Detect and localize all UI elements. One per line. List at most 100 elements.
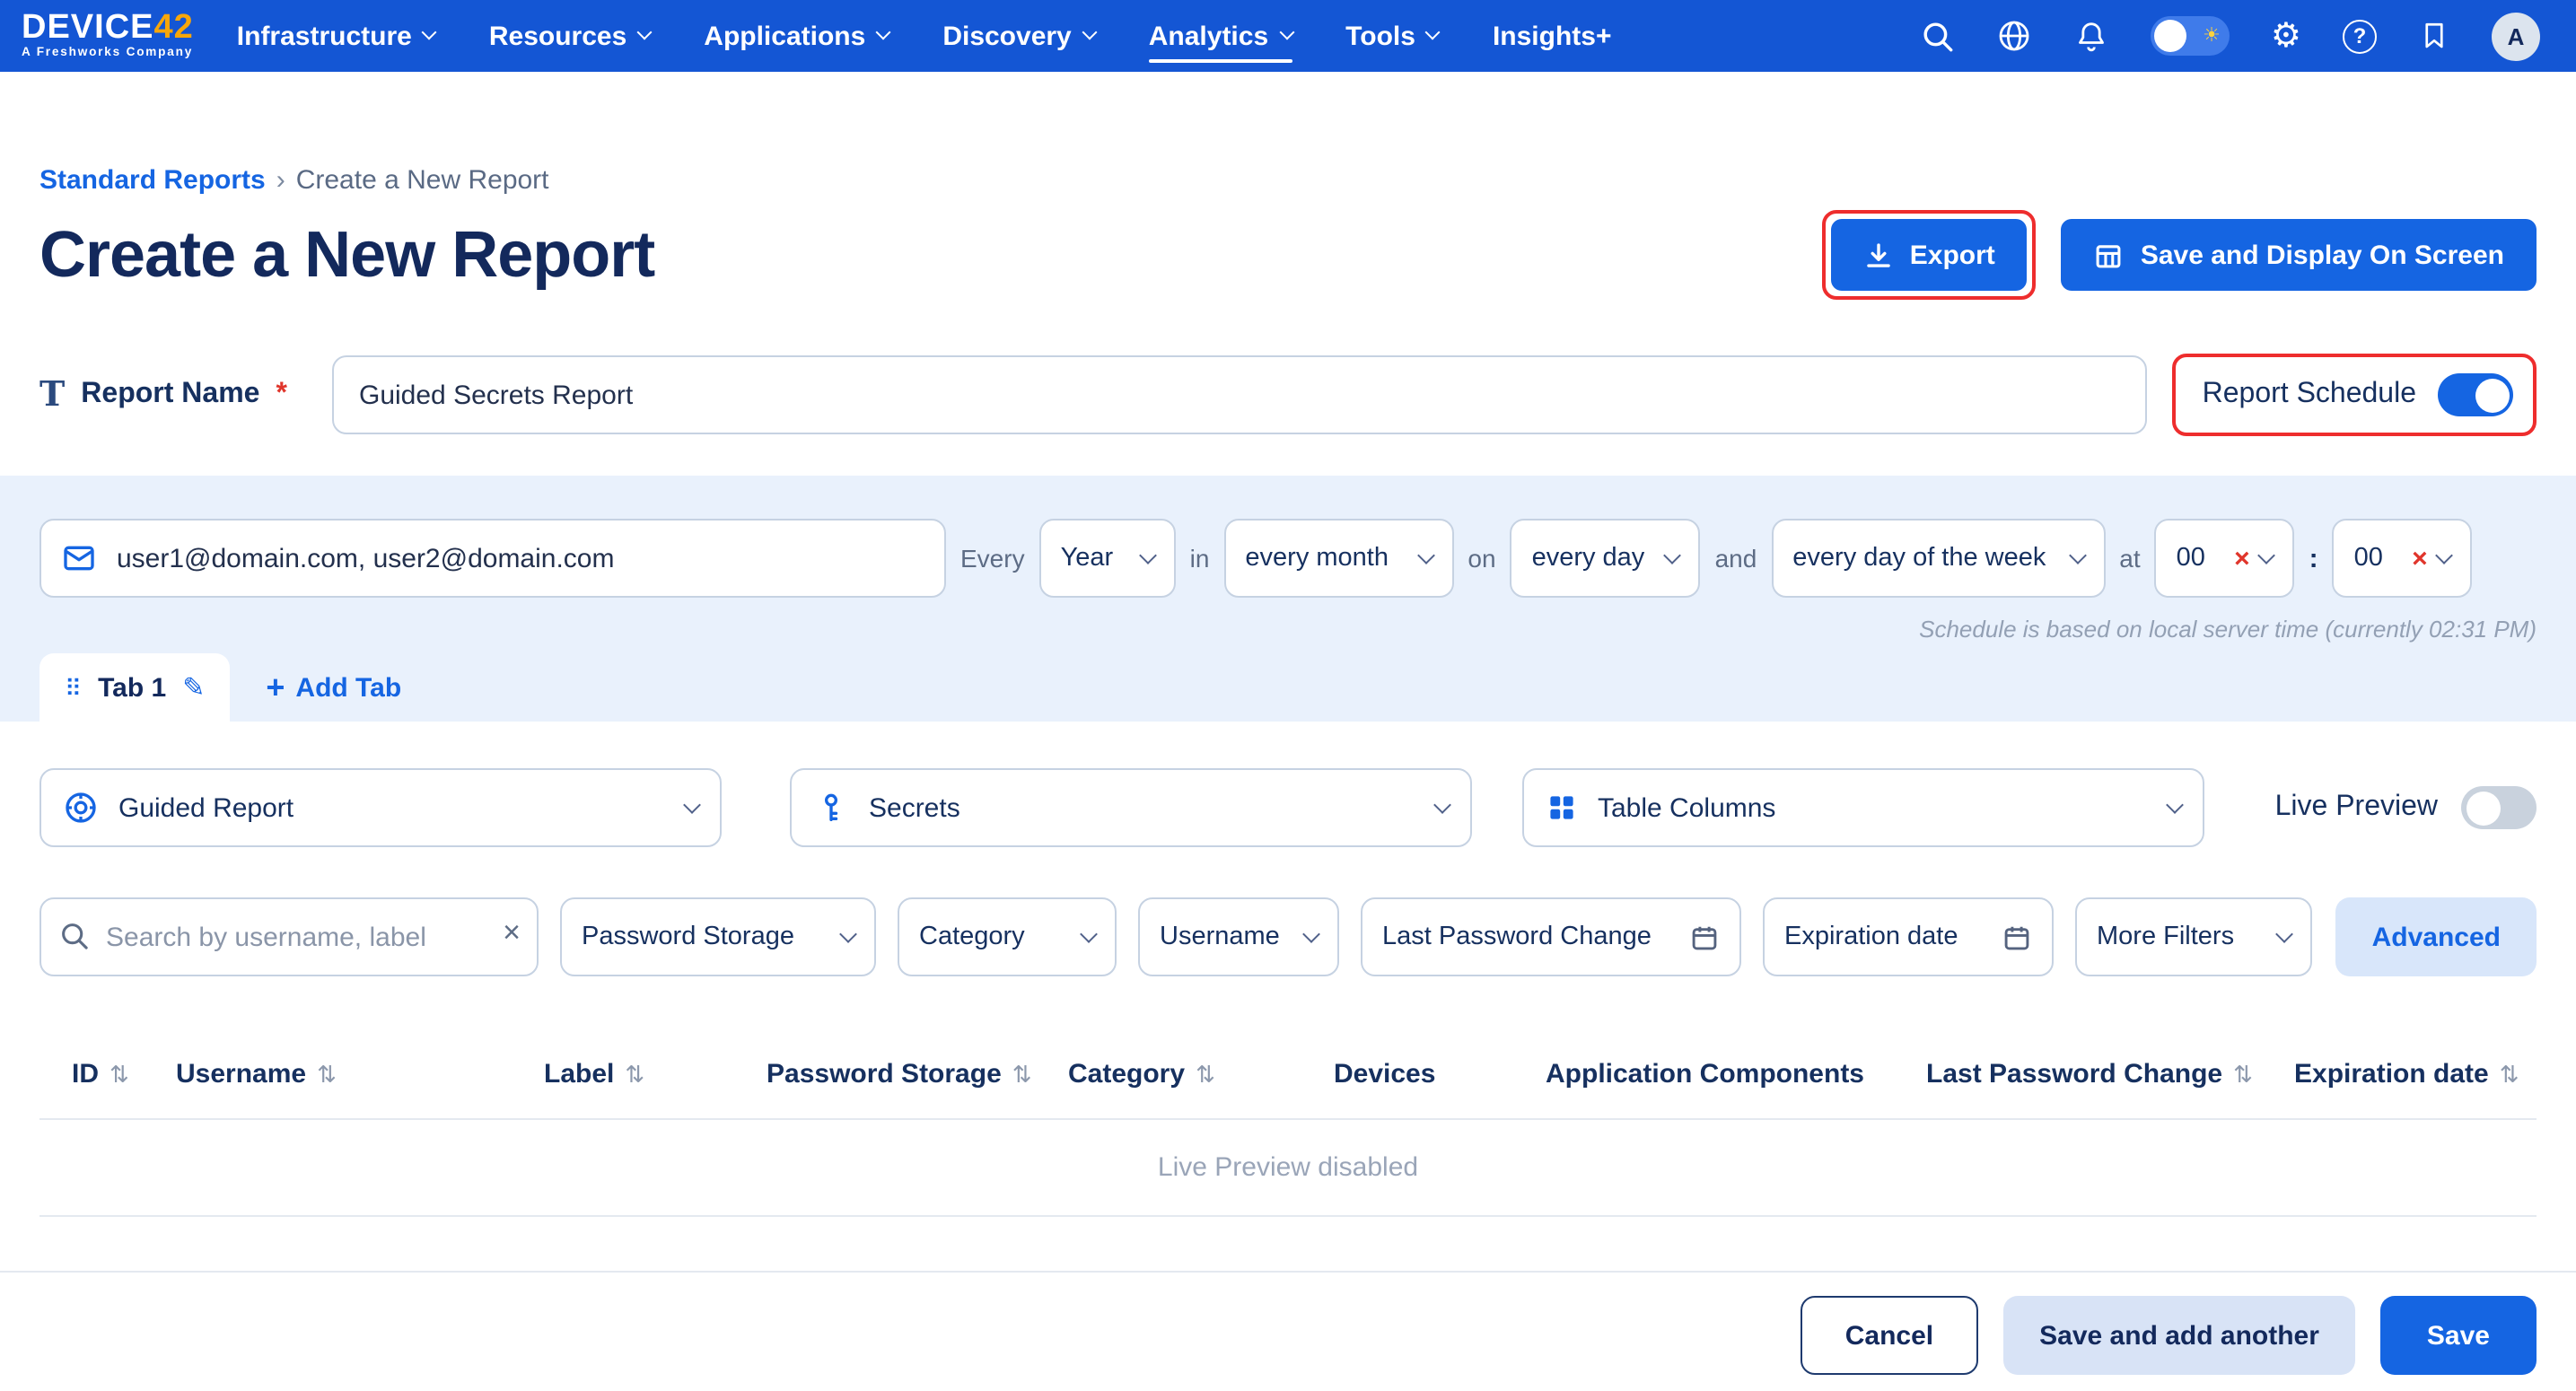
- column-header-label[interactable]: Label ⇅: [544, 1059, 767, 1089]
- add-tab-label: Add Tab: [295, 672, 401, 703]
- day-select[interactable]: every day: [1511, 519, 1701, 598]
- column-label: ID: [72, 1059, 99, 1089]
- column-header-password-storage[interactable]: Password Storage ⇅: [767, 1059, 1068, 1089]
- sort-icon[interactable]: ⇅: [2233, 1060, 2253, 1089]
- save-button[interactable]: Save: [2380, 1296, 2537, 1375]
- filter-label: Category: [919, 923, 1025, 951]
- column-label: Label: [544, 1059, 614, 1089]
- export-highlight-box: Export: [1822, 210, 2037, 300]
- sort-icon[interactable]: ⇅: [1012, 1060, 1032, 1089]
- weekday-select[interactable]: every day of the week: [1771, 519, 2105, 598]
- brand-name-white: DEVICE: [22, 9, 154, 47]
- chevron-down-icon: [2068, 546, 2086, 564]
- report-type-value: Guided Report: [118, 792, 294, 823]
- user-avatar[interactable]: A: [2492, 12, 2540, 60]
- column-header-category[interactable]: Category ⇅: [1068, 1059, 1334, 1089]
- last-password-change-filter[interactable]: Last Password Change: [1361, 897, 1741, 976]
- nav-item-insights[interactable]: Insights+: [1493, 0, 1612, 72]
- table-columns-select[interactable]: Table Columns: [1522, 768, 2204, 847]
- sort-icon[interactable]: ⇅: [2500, 1060, 2519, 1089]
- globe-icon[interactable]: [1996, 18, 2032, 54]
- theme-toggle[interactable]: ☀: [2151, 16, 2230, 56]
- report-name-input[interactable]: [332, 355, 2147, 434]
- hour-select[interactable]: 00 ×: [2155, 519, 2295, 598]
- username-filter[interactable]: Username: [1138, 897, 1339, 976]
- drag-grip-icon[interactable]: ⠿: [65, 676, 82, 699]
- column-header-last-password-change[interactable]: Last Password Change ⇅: [1926, 1059, 2294, 1089]
- chevron-down-icon: [1664, 546, 1682, 564]
- gear-glyph: ⚙: [2271, 19, 2301, 53]
- search-icon[interactable]: [1921, 19, 1955, 53]
- save-and-display-button[interactable]: Save and Display On Screen: [2062, 219, 2537, 291]
- breadcrumb-link-standard-reports[interactable]: Standard Reports: [39, 165, 266, 196]
- sort-icon[interactable]: ⇅: [317, 1060, 337, 1089]
- notifications-bell-icon[interactable]: [2073, 18, 2109, 54]
- more-filters-select[interactable]: More Filters: [2075, 897, 2312, 976]
- schedule-emails-input[interactable]: [39, 519, 946, 598]
- table-empty-message: Live Preview disabled: [39, 1120, 2537, 1217]
- footer-divider: [0, 1271, 2576, 1273]
- on-label: on: [1468, 544, 1495, 573]
- search-input[interactable]: [39, 897, 539, 976]
- download-icon: [1863, 240, 1894, 270]
- report-type-select[interactable]: Guided Report: [39, 768, 722, 847]
- column-header-devices: Devices: [1334, 1059, 1546, 1089]
- frequency-value: Year: [1061, 544, 1114, 573]
- report-name-label-text: Report Name: [81, 379, 259, 411]
- column-header-expiration-date[interactable]: Expiration date ⇅: [2294, 1059, 2537, 1089]
- title-row: Create a New Report Export Save and Disp…: [39, 210, 2537, 300]
- export-button-label: Export: [1910, 240, 1995, 270]
- category-filter[interactable]: Category: [898, 897, 1117, 976]
- nav-item-resources[interactable]: Resources: [489, 0, 650, 72]
- clear-search-icon[interactable]: ×: [503, 915, 521, 951]
- help-glyph: ?: [2343, 19, 2377, 53]
- device42-logo[interactable]: DEVICE42 A Freshworks Company: [22, 11, 194, 61]
- report-schedule-toggle[interactable]: [2438, 373, 2513, 416]
- live-preview-toggle[interactable]: [2461, 786, 2537, 829]
- frequency-select[interactable]: Year: [1039, 519, 1176, 598]
- export-button[interactable]: Export: [1831, 219, 2028, 291]
- edit-tab-icon[interactable]: ✎: [182, 674, 205, 701]
- sort-icon[interactable]: ⇅: [625, 1060, 644, 1089]
- help-icon[interactable]: ?: [2343, 19, 2377, 53]
- nav-item-discovery[interactable]: Discovery: [942, 0, 1094, 72]
- footer-actions: Cancel Save and add another Save: [39, 1296, 2537, 1375]
- nav-item-tools[interactable]: Tools: [1345, 0, 1439, 72]
- tab-tab1[interactable]: ⠿ Tab 1 ✎: [39, 653, 230, 722]
- expiration-date-filter[interactable]: Expiration date: [1763, 897, 2054, 976]
- object-type-select[interactable]: Secrets: [790, 768, 1472, 847]
- advanced-button[interactable]: Advanced: [2336, 897, 2537, 976]
- sort-icon[interactable]: ⇅: [1196, 1060, 1215, 1089]
- add-tab-button[interactable]: + Add Tab: [266, 671, 401, 704]
- clear-minute-icon[interactable]: ×: [2412, 545, 2428, 572]
- save-and-add-another-button[interactable]: Save and add another: [2003, 1296, 2355, 1375]
- live-preview-control: Live Preview: [2275, 786, 2537, 829]
- filter-label: Username: [1160, 923, 1280, 951]
- password-storage-filter[interactable]: Password Storage: [560, 897, 876, 976]
- nav-item-infrastructure[interactable]: Infrastructure: [237, 0, 435, 72]
- filter-label: More Filters: [2097, 923, 2234, 951]
- nav-item-analytics[interactable]: Analytics: [1149, 0, 1292, 72]
- nav-item-applications[interactable]: Applications: [704, 0, 889, 72]
- nav-item-label: Discovery: [942, 21, 1071, 51]
- month-select[interactable]: every month: [1223, 519, 1453, 598]
- and-label: and: [1715, 544, 1757, 573]
- nav-item-label: Analytics: [1149, 21, 1268, 51]
- gear-icon[interactable]: ⚙: [2271, 19, 2301, 53]
- report-config-row: Guided Report Secrets Table Columns Live…: [39, 768, 2537, 847]
- chevron-down-icon: [2436, 546, 2454, 564]
- brand-name-accent: 42: [154, 9, 194, 47]
- minute-select[interactable]: 00 ×: [2333, 519, 2473, 598]
- clear-hour-icon[interactable]: ×: [2234, 545, 2250, 572]
- toggle-knob: [2466, 791, 2500, 825]
- nav-item-label: Infrastructure: [237, 21, 412, 51]
- bookmark-icon[interactable]: [2418, 20, 2450, 52]
- column-header-username[interactable]: Username ⇅: [176, 1059, 544, 1089]
- cancel-button[interactable]: Cancel: [1801, 1296, 1978, 1375]
- report-name-label: T Report Name *: [39, 375, 332, 415]
- sun-icon: ☀: [2203, 22, 2221, 50]
- sort-icon[interactable]: ⇅: [110, 1060, 129, 1089]
- plus-icon: +: [266, 671, 285, 704]
- column-header-id[interactable]: ID ⇅: [72, 1059, 176, 1089]
- column-label: Category: [1068, 1059, 1185, 1089]
